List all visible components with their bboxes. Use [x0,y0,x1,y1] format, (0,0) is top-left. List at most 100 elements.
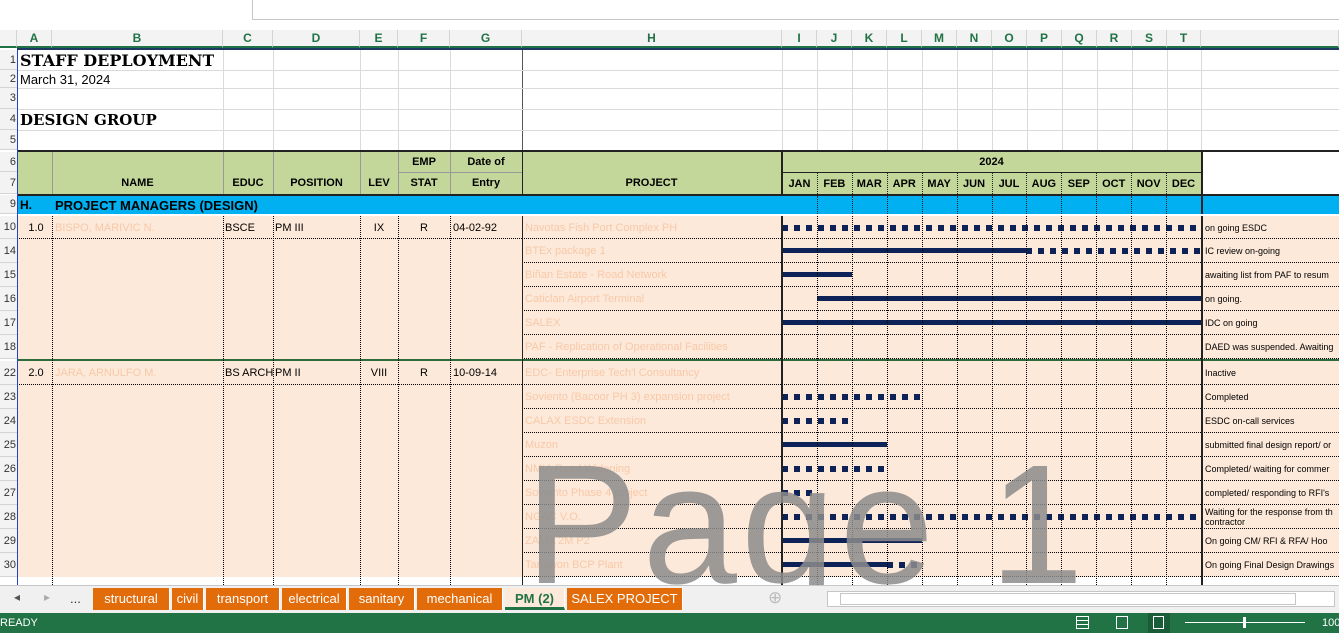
zoom-slider[interactable] [1185,617,1305,628]
row-header-27[interactable]: 27 [0,481,17,505]
project-name: NGAC V.O. [525,511,581,523]
row-header-4[interactable]: 4 [0,109,17,130]
column-header-s[interactable]: S [1132,30,1167,48]
grid-line [1061,173,1063,194]
sheet-tab-pm-2[interactable]: PM (2) [505,588,565,610]
grid-line [17,88,1339,89]
grid-line [1166,173,1168,194]
sheet-tab-sanitary[interactable]: sanitary [349,588,415,610]
employee-educ: BSCE [225,221,255,234]
row-header-2[interactable]: 2 [0,70,17,88]
employee-entry-date: 04-02-92 [453,221,498,234]
column-header-f[interactable]: F [398,30,450,48]
grid-line [450,216,451,585]
grid-line [1096,173,1098,194]
row-header-6[interactable]: 6 [0,152,17,172]
grid-line [398,50,399,150]
employee-position: PM II [275,367,301,379]
row-header-3[interactable]: 3 [0,88,17,109]
column-header-k[interactable]: K [852,30,887,48]
project-remark: On going CM/ RFI & RFA/ Hoo [1205,536,1328,546]
row-header-10[interactable]: 10 [0,216,17,239]
column-header-t[interactable]: T [1167,30,1201,48]
row-header-16[interactable]: 16 [0,287,17,311]
select-all-corner[interactable] [0,30,17,48]
row-header-5[interactable]: 5 [0,130,17,150]
row-header-9[interactable]: 9 [0,195,17,214]
formula-input[interactable] [252,0,1339,20]
sheet-tab-transport[interactable]: transport [206,588,280,610]
column-header-d[interactable]: D [273,30,360,48]
gantt-bar-solid [782,442,887,447]
more-tabs-button[interactable]: ... [70,591,81,606]
row-header-1[interactable]: 1 [0,50,17,70]
sheet-tab-electrical[interactable]: electrical [282,588,347,610]
row-header-18[interactable]: 18 [0,335,17,359]
project-remark: Waiting for the response from th contrac… [1205,507,1333,527]
header-month-may: MAY [927,177,951,190]
grid-line [851,196,853,214]
normal-view-icon[interactable] [1076,616,1089,629]
column-header-j[interactable]: J [817,30,852,48]
scrollbar-thumb[interactable] [840,593,1296,605]
page-break-preview-icon[interactable] [1148,613,1170,633]
tab-scroll-left-button[interactable]: ◂ [14,590,20,604]
employee-level: VIII [370,367,388,379]
column-header-p[interactable]: P [1027,30,1062,48]
horizontal-scrollbar[interactable] [827,591,1335,607]
row-header-24[interactable]: 24 [0,409,17,433]
page-layout-view-icon[interactable] [1116,616,1128,629]
column-header-h[interactable]: H [522,30,782,48]
project-name: Soviento (Bacoor PH 3) expansion project [525,391,730,403]
column-header-o[interactable]: O [992,30,1027,48]
grid-line [1062,50,1063,150]
column-header-l[interactable]: L [887,30,922,48]
column-header-e[interactable]: E [360,30,398,48]
employee-name: BISPO, MARIVIC N. [55,221,155,234]
column-header-n[interactable]: N [957,30,992,48]
add-sheet-button[interactable]: ⊕ [768,588,782,608]
column-header-q[interactable]: Q [1062,30,1097,48]
employee-status: R [420,367,428,379]
grid-line [1026,216,1028,585]
row-header-29[interactable]: 29 [0,529,17,553]
header-month-jul: JUL [998,177,1020,190]
row-header-17[interactable]: 17 [0,311,17,335]
column-header-u[interactable] [1201,30,1339,48]
sheet-tab-civil[interactable]: civil [172,588,204,610]
report-date: March 31, 2024 [20,71,111,87]
column-header-g[interactable]: G [450,30,522,48]
project-name: Tanawon BCP Plant [525,559,623,571]
grid-line [851,216,853,585]
row-header-26[interactable]: 26 [0,457,17,481]
row-header-7[interactable]: 7 [0,172,17,194]
row-header-15[interactable]: 15 [0,263,17,287]
grid-line [921,216,923,585]
sheet-tab-mechanical[interactable]: mechanical [417,588,503,610]
gantt-bar-solid [782,562,887,567]
row-header-30[interactable]: 30 [0,553,17,577]
row-header-23[interactable]: 23 [0,385,17,409]
column-header-b[interactable]: B [52,30,223,48]
tab-scroll-right-button[interactable]: ▸ [44,590,50,604]
grid-line [816,196,818,214]
project-name: PAF - Replication of Operational Facilit… [525,341,728,353]
grid-line [886,196,888,214]
column-header-r[interactable]: R [1097,30,1132,48]
sheet-tab-structural[interactable]: structural [93,588,170,610]
employee-level: IX [373,221,385,234]
project-name: NMIA Road Widening [525,463,631,475]
column-header-m[interactable]: M [922,30,957,48]
row-header-22[interactable]: 22 [0,361,17,385]
row-header-28[interactable]: 28 [0,505,17,529]
header-date-of: Date of [467,156,505,168]
sheet-tab-salex-project[interactable]: SALEX PROJECT [567,588,683,610]
column-header-i[interactable]: I [782,30,817,48]
row-header-14[interactable]: 14 [0,239,17,263]
grid-line [886,216,888,585]
zoom-level[interactable]: 100% [1322,613,1339,633]
grid-line [1166,196,1168,214]
row-header-25[interactable]: 25 [0,433,17,457]
column-header-a[interactable]: A [17,30,52,48]
column-header-c[interactable]: C [223,30,273,48]
